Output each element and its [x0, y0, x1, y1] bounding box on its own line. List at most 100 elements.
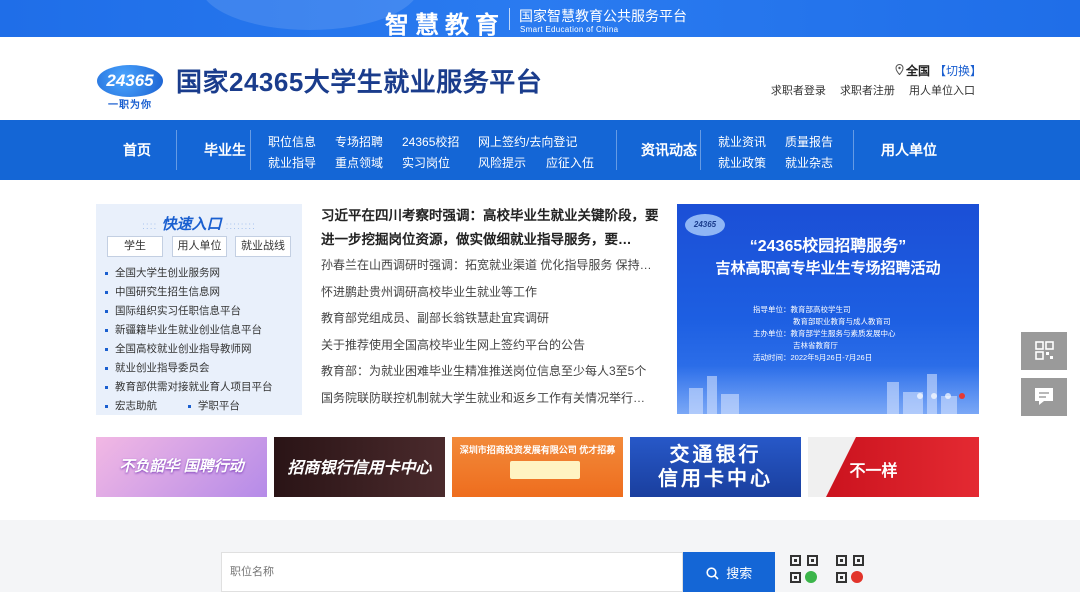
news-headline[interactable]: 习近平在四川考察时强调：高校毕业生就业关键阶段，要进一步挖掘岗位资源，做实做细就… — [321, 204, 659, 252]
news-item[interactable]: 国务院联防联控机制就大学生就业和返乡工作有关情况举行… — [321, 385, 659, 412]
list-item[interactable]: 中国研究生招生信息网 — [105, 283, 273, 302]
nav-special-recruit[interactable]: 专场招聘 — [335, 133, 383, 150]
news-item[interactable]: 怀进鹏赴贵州调研高校毕业生就业等工作 — [321, 279, 659, 306]
slide-info-line: 指导单位：教育部高校学生司 — [753, 305, 851, 314]
wechat-qr-icon[interactable] — [790, 555, 818, 583]
nav-employment-magazine[interactable]: 就业杂志 — [785, 154, 833, 171]
nav-news[interactable]: 资讯动态 — [641, 120, 697, 180]
site-header: 24365 一职为你 国家24365大学生就业服务平台 全国 【切换】 求职者登录… — [0, 37, 1080, 120]
quick-entry-title-text: 快速入口 — [161, 216, 222, 233]
nav-divider — [250, 130, 251, 170]
ad-text: 交通银行 信用卡中心 — [658, 444, 773, 490]
search-section: 搜索 — [0, 520, 1080, 592]
list-item[interactable]: 国际组织实习任职信息平台 — [105, 302, 273, 321]
nav-employment-news[interactable]: 就业资讯 — [718, 133, 766, 150]
nav-graduates[interactable]: 毕业生 — [204, 120, 246, 180]
quick-entry-title: :::: 快速入口 :::::::: — [96, 213, 302, 234]
list-item: 宏志助航 学职平台 — [105, 397, 273, 416]
carousel-dots — [909, 386, 965, 404]
news-item[interactable]: 教育部：为就业困难毕业生精准推送岗位信息至少每人3至5个 — [321, 358, 659, 385]
nav-employment-policy[interactable]: 就业政策 — [718, 154, 766, 171]
list-item[interactable]: 全国高校就业创业指导教师网 — [105, 340, 273, 359]
slide-info: 指导单位：教育部高校学生司 教育部职业教育与成人教育司 主办单位：教育部学生服务… — [753, 304, 896, 364]
ad-text: 不负韶华 国聘行动 — [119, 458, 244, 475]
slide-subtitle: 吉林高职高专毕业生专场招聘活动 — [715, 260, 941, 277]
carousel-dot[interactable] — [931, 393, 937, 399]
message-float-button[interactable] — [1021, 378, 1067, 416]
platform-cn-name: 国家智慧教育公共服务平台 — [519, 8, 687, 24]
nav-home[interactable]: 首页 — [123, 120, 151, 180]
carousel-dot[interactable] — [945, 393, 951, 399]
banner-separator — [509, 8, 510, 30]
quick-link-xuezhi[interactable]: 学职平台 — [187, 400, 240, 412]
current-region: 全国 — [906, 64, 931, 78]
nav-risk-alert[interactable]: 风险提示 — [478, 154, 526, 171]
search-icon — [706, 566, 719, 581]
search-button[interactable]: 搜索 — [683, 552, 775, 592]
location-pin-icon — [895, 63, 904, 78]
ad-banner-cmb[interactable]: 招商银行信用卡中心 — [274, 437, 445, 497]
nav-job-info[interactable]: 职位信息 — [268, 133, 316, 150]
list-item[interactable]: 全国大学生创业服务网 — [105, 264, 273, 283]
tab-student[interactable]: 学生 — [107, 236, 163, 257]
nav-career-guide[interactable]: 就业指导 — [268, 154, 316, 171]
smart-education-banner[interactable]: 智慧教育 国家智慧教育公共服务平台 Smart Education of Chi… — [0, 0, 1080, 37]
qr-code-float-button[interactable] — [1021, 332, 1067, 370]
quick-link-hongzhi[interactable]: 宏志助航 — [105, 400, 157, 412]
employer-entry-link[interactable]: 用人单位入口 — [909, 85, 975, 97]
tab-employer[interactable]: 用人单位 — [172, 236, 227, 257]
ad-text: 深圳市招商投资发展有限公司 优才招募 — [459, 445, 616, 455]
banner-carousel[interactable]: 24365 “24365校园招聘服务” 吉林高职高专毕业生专场招聘活动 指导单位… — [677, 204, 979, 414]
ad-banner-guopin[interactable]: 不负韶华 国聘行动 — [96, 437, 267, 497]
nav-enlist[interactable]: 应征入伍 — [546, 154, 594, 171]
logo-slogan: 一职为你 — [108, 100, 152, 111]
nav-key-fields[interactable]: 重点领域 — [335, 154, 383, 171]
nav-quality-report[interactable]: 质量报告 — [785, 133, 833, 150]
region-selector: 全国 【切换】 — [895, 62, 982, 79]
search-button-label: 搜索 — [726, 565, 753, 581]
nav-divider — [176, 130, 177, 170]
ad-text: 不一样 — [849, 463, 898, 480]
nav-divider — [700, 130, 701, 170]
carousel-dot-active[interactable] — [959, 393, 965, 399]
list-item[interactable]: 教育部供需对接就业育人项目平台 — [105, 378, 273, 397]
nav-campus-recruit[interactable]: 24365校招 — [402, 133, 459, 150]
ad-highlight — [510, 461, 580, 479]
ad-banner-bocom[interactable]: 交通银行 信用卡中心 — [630, 437, 801, 497]
list-item[interactable]: 新疆籍毕业生就业创业信息平台 — [105, 321, 273, 340]
news-item[interactable]: 教育部党组成员、副部长翁铁慧赴宜宾调研 — [321, 305, 659, 332]
slide-info-line: 吉林省教育厅 — [793, 341, 838, 350]
smart-education-brand: 智慧教育 — [385, 10, 505, 37]
nav-employers[interactable]: 用人单位 — [881, 120, 937, 180]
weibo-qr-icon[interactable] — [836, 555, 864, 583]
title-dots-left: :::: — [142, 221, 158, 232]
ad-banner-buyiyang[interactable]: 不一样 — [808, 437, 979, 497]
page-title: 国家24365大学生就业服务平台 — [176, 67, 543, 97]
auth-links: 求职者登录 求职者注册 用人单位入口 — [760, 82, 975, 98]
site-logo[interactable]: 24365 一职为你 — [95, 65, 163, 111]
nav-divider — [853, 130, 854, 170]
title-dots-right: :::::::: — [225, 221, 256, 232]
main-content: :::: 快速入口 :::::::: 学生 用人单位 就业战线 全国大学生创业服… — [0, 180, 1080, 520]
region-switch-link[interactable]: 【切换】 — [934, 64, 982, 78]
slide-title: “24365校园招聘服务” — [749, 238, 907, 255]
nav-online-sign[interactable]: 网上签约/去向登记 — [478, 133, 577, 150]
jobseeker-register-link[interactable]: 求职者注册 — [840, 85, 895, 97]
slide-info-line: 活动时间：2022年5月26日-7月26日 — [753, 353, 873, 362]
quick-link-list: 全国大学生创业服务网 中国研究生招生信息网 国际组织实习任职信息平台 新疆籍毕业… — [105, 264, 273, 416]
nav-internships[interactable]: 实习岗位 — [402, 154, 450, 171]
main-nav: 首页 毕业生 职位信息 专场招聘 24365校招 网上签约/去向登记 就业指导 … — [0, 120, 1080, 180]
slide-info-line: 主办单位：教育部学生服务与素质发展中心 — [753, 329, 896, 338]
news-item[interactable]: 孙春兰在山西调研时强调：拓宽就业渠道 优化指导服务 保持… — [321, 252, 659, 279]
job-search-input[interactable] — [221, 552, 683, 592]
news-list: 习近平在四川考察时强调：高校毕业生就业关键阶段，要进一步挖掘岗位资源，做实做细就… — [321, 204, 659, 412]
ad-text: 招商银行信用卡中心 — [287, 460, 432, 477]
nav-divider — [616, 130, 617, 170]
ad-banner-szcm[interactable]: 深圳市招商投资发展有限公司 优才招募 — [452, 437, 623, 497]
jobseeker-login-link[interactable]: 求职者登录 — [771, 85, 826, 97]
news-item[interactable]: 关于推荐使用全国高校毕业生网上签约平台的公告 — [321, 332, 659, 359]
list-item[interactable]: 就业创业指导委员会 — [105, 359, 273, 378]
message-icon — [1021, 388, 1067, 420]
tab-employment-front[interactable]: 就业战线 — [235, 236, 291, 257]
carousel-dot[interactable] — [917, 393, 923, 399]
